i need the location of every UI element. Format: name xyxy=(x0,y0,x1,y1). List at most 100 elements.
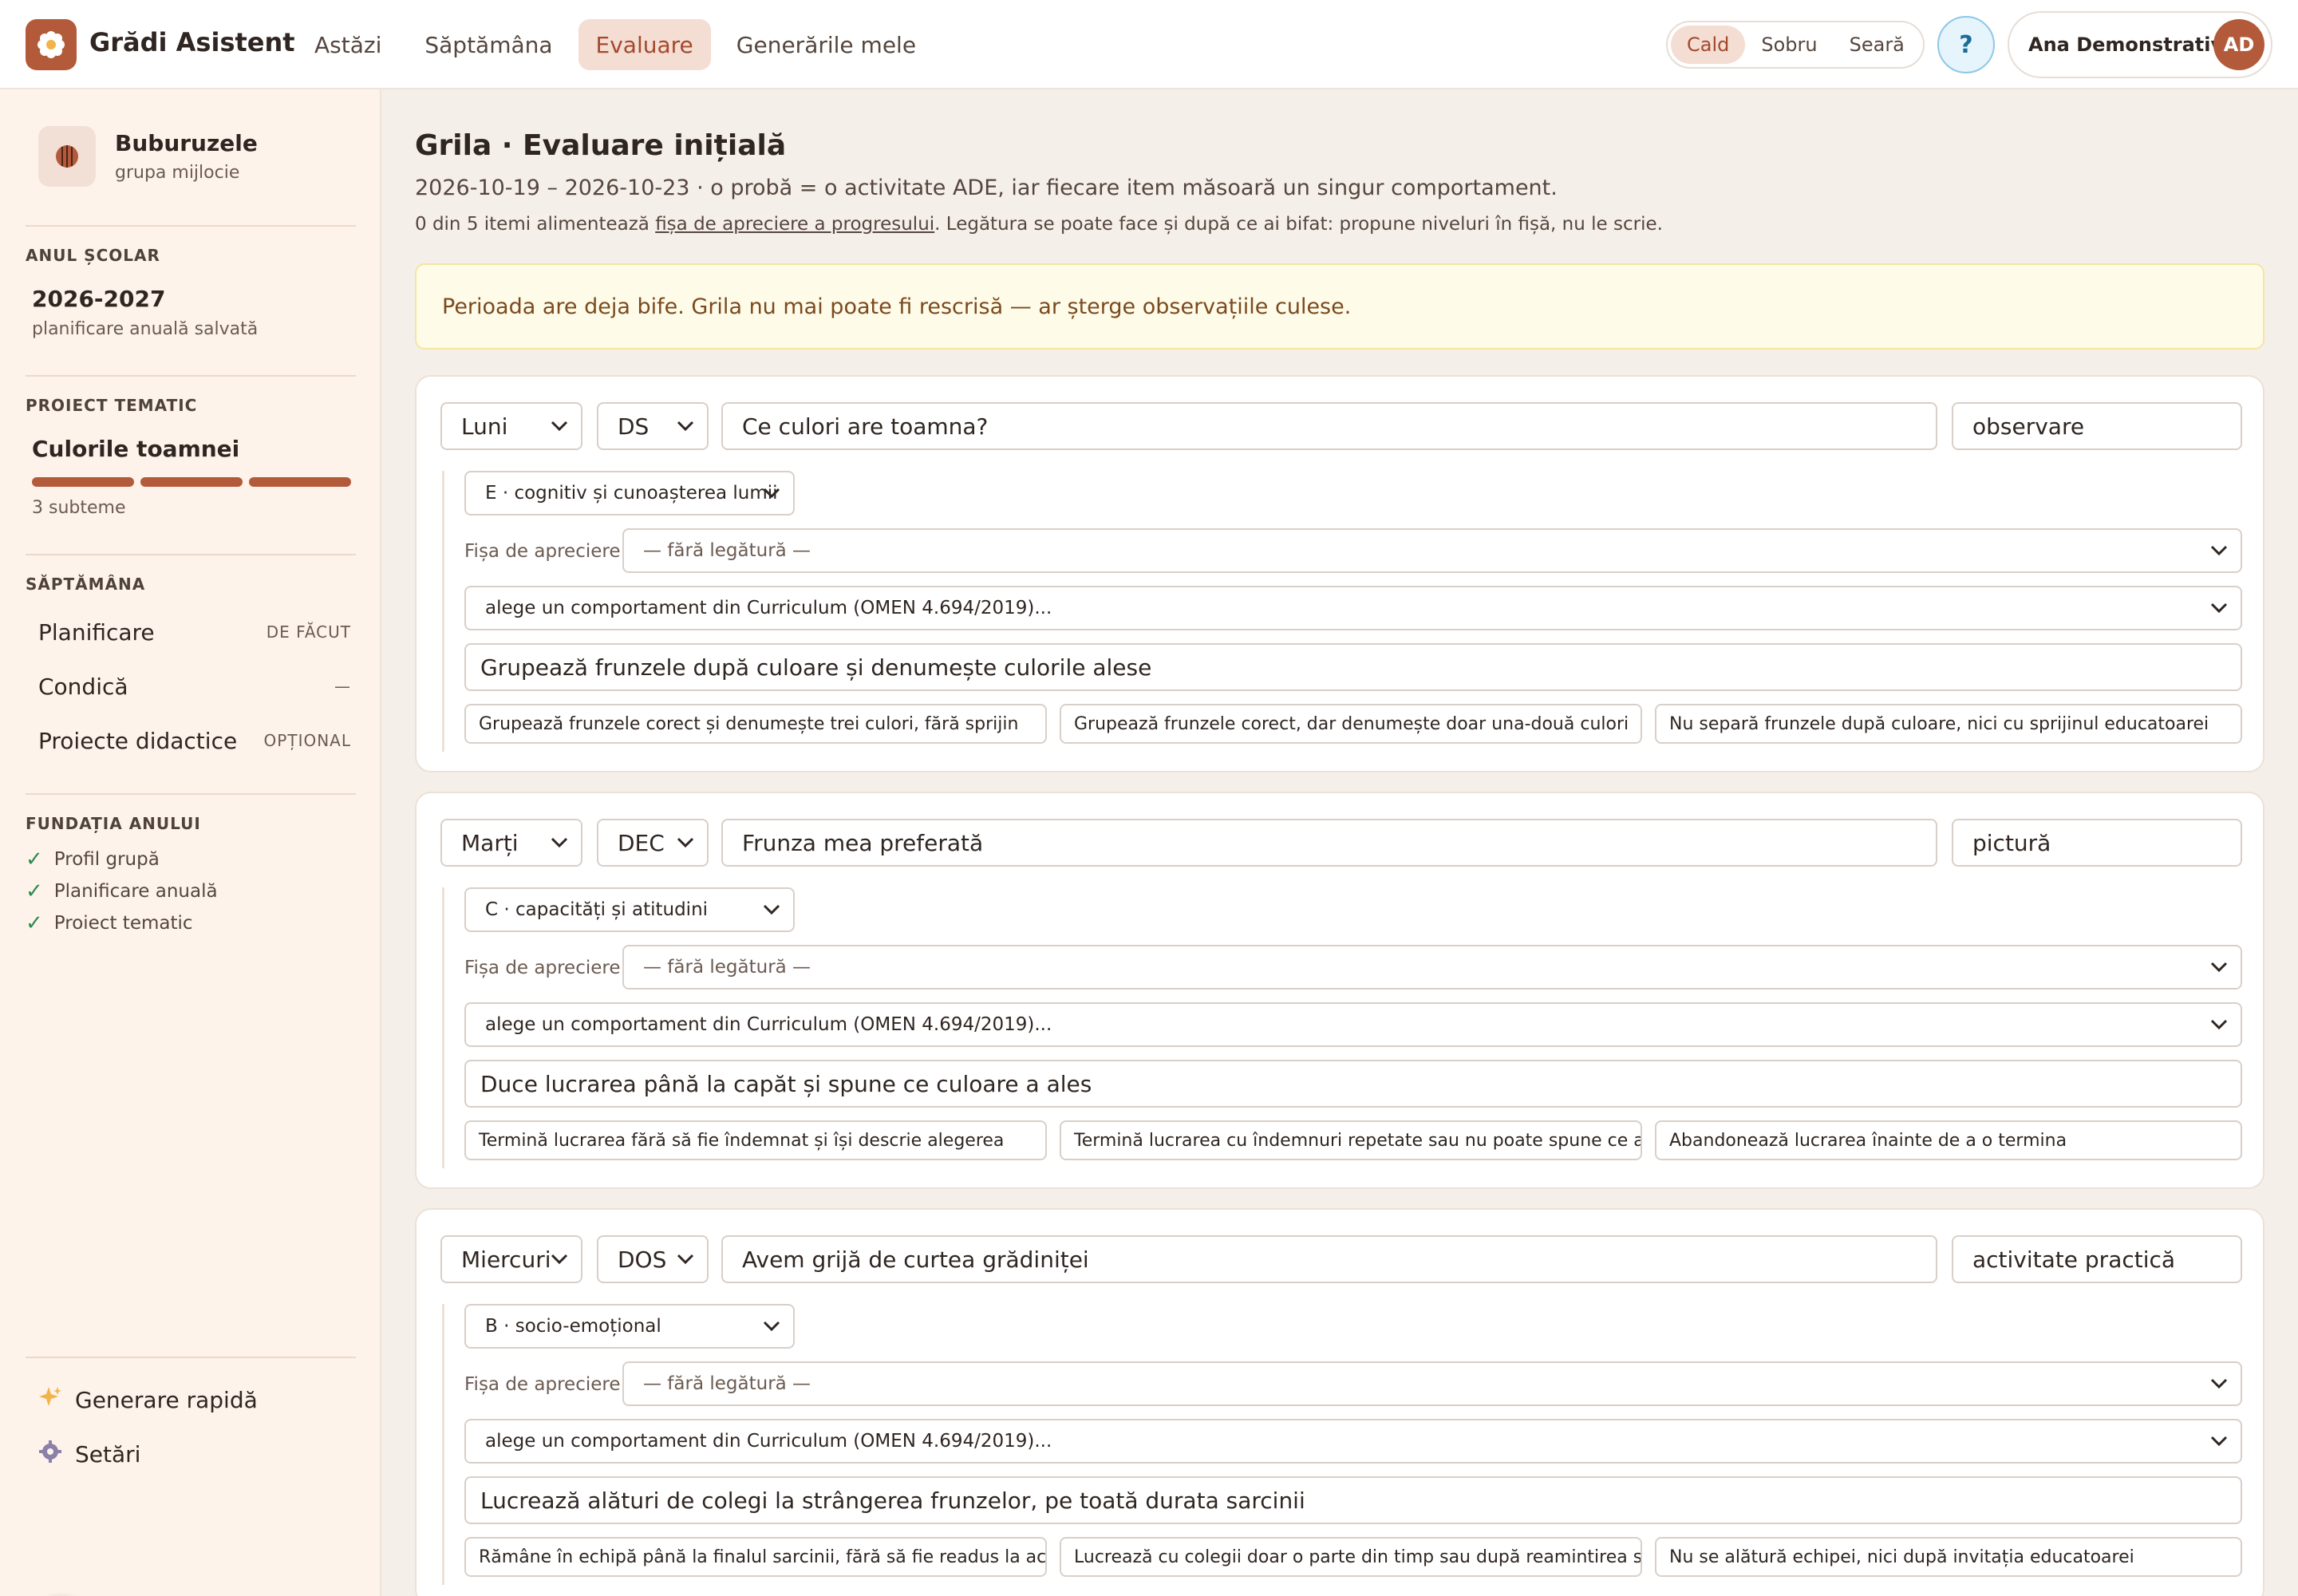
item-indent-bar xyxy=(442,1304,444,1585)
fisa-select[interactable]: — fără legătură — xyxy=(622,1361,2242,1406)
chevron-down-icon xyxy=(2210,1436,2228,1447)
item-text-input[interactable]: Lucrează alături de colegi la strângerea… xyxy=(464,1476,2242,1524)
method-input[interactable]: observare xyxy=(1952,402,2242,450)
nav-today[interactable]: Astăzi xyxy=(297,19,399,70)
sidebar-item-label: Condică xyxy=(38,673,128,700)
area-value: DS xyxy=(618,413,650,440)
foundation-heading: FUNDAȚIA ANULUI xyxy=(26,814,201,833)
behavior-placeholder: alege un comportament din Curriculum (OM… xyxy=(485,1431,1052,1452)
sidebar-item-lesson-plans[interactable]: Proiecte didactice OPȚIONAL xyxy=(38,720,351,761)
group-level: grupa mijlocie xyxy=(115,163,240,183)
sidebar-item-register[interactable]: Condică — xyxy=(38,666,351,707)
user-menu[interactable]: Ana Demonstrativă AD xyxy=(2008,11,2272,78)
foundation-item-thematic-project[interactable]: ✓ Proiect tematic xyxy=(26,911,193,935)
theme-sober-option[interactable]: Sobru xyxy=(1745,26,1833,64)
chevron-down-icon xyxy=(677,837,694,848)
divider xyxy=(26,225,356,227)
chevron-down-icon xyxy=(763,904,780,915)
day-select[interactable]: Luni xyxy=(440,402,582,450)
domain-select[interactable]: E · cognitiv și cunoașterea lumii xyxy=(464,471,795,516)
day-select[interactable]: Miercuri xyxy=(440,1235,582,1283)
criterion-achieved-input[interactable]: Rămâne în echipă până la finalul sarcini… xyxy=(464,1537,1047,1577)
settings-label: Setări xyxy=(75,1441,141,1468)
avatar: AD xyxy=(2213,19,2264,70)
sidebar: Buburuzele grupa mijlocie ANUL ȘCOLAR 20… xyxy=(0,89,381,1596)
criterion-developing-input[interactable]: Lucrează cu colegii doar o parte din tim… xyxy=(1060,1537,1642,1577)
gear-icon xyxy=(38,1440,62,1469)
chevron-down-icon xyxy=(763,488,780,499)
day-value: Miercuri xyxy=(461,1246,551,1273)
sidebar-item-planning[interactable]: Planificare DE FĂCUT xyxy=(38,611,351,653)
group-card[interactable]: Buburuzele grupa mijlocie xyxy=(38,126,258,187)
activity-title-input[interactable]: Ce culori are toamna? xyxy=(721,402,1937,450)
group-name: Buburuzele xyxy=(115,130,258,156)
settings-button[interactable]: Setări xyxy=(38,1440,140,1469)
behavior-select[interactable]: alege un comportament din Curriculum (OM… xyxy=(464,1002,2242,1047)
domain-select[interactable]: B · socio-emoțional xyxy=(464,1304,795,1349)
project-name[interactable]: Culorile toamnei xyxy=(32,436,239,462)
theme-warm-option[interactable]: Cald xyxy=(1671,26,1746,64)
theme-evening-option[interactable]: Seară xyxy=(1834,26,1921,64)
criterion-needs-support-input[interactable]: Abandonează lucrarea înainte de a o term… xyxy=(1655,1120,2242,1160)
help-button[interactable]: ? xyxy=(1937,16,1995,73)
area-select[interactable]: DEC xyxy=(597,819,709,867)
method-input[interactable]: activitate practică xyxy=(1952,1235,2242,1283)
fisa-value: — fără legătură — xyxy=(643,1373,811,1394)
criterion-developing-input[interactable]: Grupează frunzele corect, dar denumește … xyxy=(1060,704,1642,744)
progress-sheet-link[interactable]: fișa de apreciere a progresului xyxy=(655,214,934,235)
app-title[interactable]: Grădi Asistent xyxy=(89,27,295,57)
item-text-input[interactable]: Grupează frunzele după culoare și denume… xyxy=(464,643,2242,691)
progress-segment xyxy=(140,477,243,487)
foundation-item-annual-plan[interactable]: ✓ Planificare anuală xyxy=(26,879,218,903)
method-input[interactable]: pictură xyxy=(1952,819,2242,867)
criterion-developing-input[interactable]: Termină lucrarea cu îndemnuri repetate s… xyxy=(1060,1120,1642,1160)
page-subtitle: 2026-10-19 – 2026-10-23 · o probă = o ac… xyxy=(415,176,1558,200)
note-text: 0 din 5 itemi alimentează xyxy=(415,214,656,235)
day-select[interactable]: Marți xyxy=(440,819,582,867)
checkmark-icon: ✓ xyxy=(26,911,43,935)
chevron-down-icon xyxy=(677,1254,694,1265)
user-name: Ana Demonstrativă xyxy=(2028,34,2237,56)
behavior-select[interactable]: alege un comportament din Curriculum (OM… xyxy=(464,586,2242,630)
flower-icon[interactable] xyxy=(26,19,77,70)
behavior-select[interactable]: alege un comportament din Curriculum (OM… xyxy=(464,1419,2242,1464)
domain-select[interactable]: C · capacități și atitudini xyxy=(464,887,795,932)
chevron-down-icon xyxy=(2210,1378,2228,1389)
criterion-needs-support-input[interactable]: Nu separă frunzele după culoare, nici cu… xyxy=(1655,704,2242,744)
week-heading: SĂPTĂMÂNA xyxy=(26,575,146,594)
project-progress xyxy=(32,477,351,487)
criterion-needs-support-input[interactable]: Nu se alătură echipei, nici după invitaț… xyxy=(1655,1537,2242,1577)
fisa-label: Fișa de apreciere xyxy=(464,1374,621,1395)
item-text-input[interactable]: Duce lucrarea până la capăt și spune ce … xyxy=(464,1060,2242,1108)
day-value: Marți xyxy=(461,829,519,856)
item-indent-bar xyxy=(442,471,444,752)
school-year-value[interactable]: 2026-2027 xyxy=(32,286,165,312)
area-select[interactable]: DOS xyxy=(597,1235,709,1283)
criterion-achieved-input[interactable]: Termină lucrarea fără să fie îndemnat și… xyxy=(464,1120,1047,1160)
activity-title-input[interactable]: Frunza mea preferată xyxy=(721,819,1937,867)
nav-week[interactable]: Săptămâna xyxy=(407,19,570,70)
activity-title-input[interactable]: Avem grijă de curtea grădiniței xyxy=(721,1235,1937,1283)
status-tag: — xyxy=(334,677,351,696)
nav-my-generations[interactable]: Generările mele xyxy=(719,19,934,70)
sidebar-item-label: Planificare xyxy=(38,618,155,646)
theme-switch: Cald Sobru Seară xyxy=(1666,21,1925,69)
quick-generate-label: Generare rapidă xyxy=(75,1387,258,1413)
domain-value: E · cognitiv și cunoașterea lumii xyxy=(485,483,778,504)
fisa-select[interactable]: — fără legătură — xyxy=(622,528,2242,573)
foundation-item-group-profile[interactable]: ✓ Profil grupă xyxy=(26,847,160,871)
evaluation-item-card: Miercuri DOS Avem grijă de curtea grădin… xyxy=(415,1208,2264,1596)
nav-evaluation[interactable]: Evaluare xyxy=(578,19,711,70)
divider xyxy=(26,554,356,555)
school-year-heading: ANUL ȘCOLAR xyxy=(26,246,160,265)
checkmark-icon: ✓ xyxy=(26,847,43,871)
status-tag: OPȚIONAL xyxy=(263,731,351,750)
sidebar-item-label: Proiecte didactice xyxy=(38,727,238,754)
fisa-select[interactable]: — fără legătură — xyxy=(622,945,2242,990)
chevron-down-icon xyxy=(551,421,568,432)
area-select[interactable]: DS xyxy=(597,402,709,450)
quick-generate-button[interactable]: Generare rapidă xyxy=(38,1385,258,1415)
fisa-value: — fără legătură — xyxy=(643,957,811,978)
criterion-achieved-input[interactable]: Grupează frunzele corect și denumește tr… xyxy=(464,704,1047,744)
checkmark-icon: ✓ xyxy=(26,879,43,903)
